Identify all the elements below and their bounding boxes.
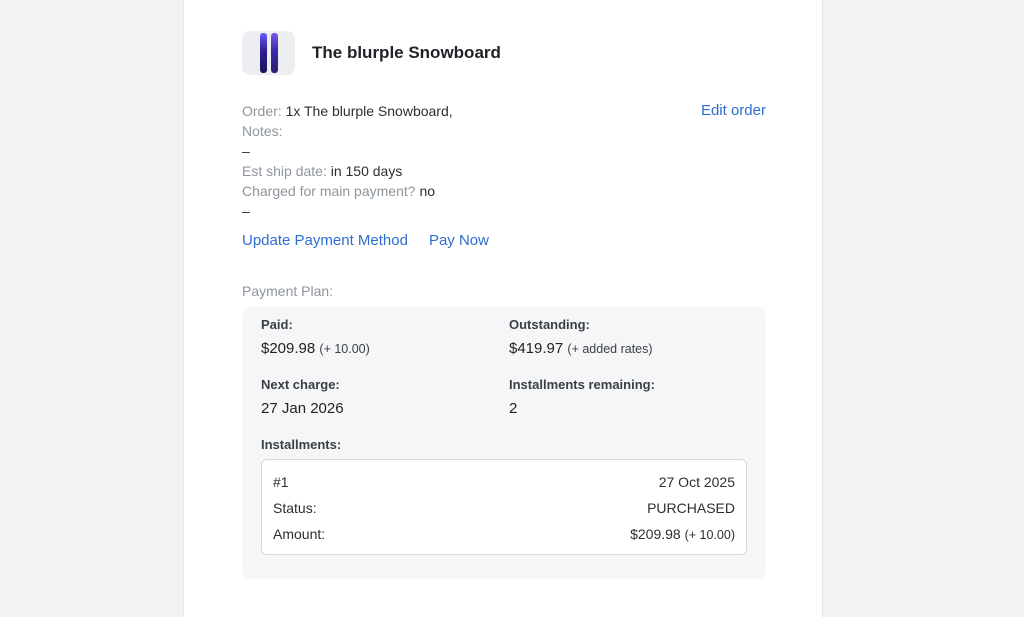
paid-value: $209.98 xyxy=(261,340,316,357)
outstanding-amount: $419.97 (+ added rates) xyxy=(509,340,747,357)
installments-heading: Installments: xyxy=(261,437,342,452)
installments-remaining-value: 2 xyxy=(509,400,518,417)
next-charge-value: 27 Jan 2026 xyxy=(261,400,344,417)
charged-value: no xyxy=(419,183,436,199)
order-label: Order: xyxy=(242,103,282,119)
installment-amount-label: Amount: xyxy=(273,526,326,542)
notes-value: – xyxy=(242,143,250,159)
installment-status-row: Status: PURCHASED xyxy=(273,498,735,518)
installment-amount-value: $209.98 xyxy=(630,526,681,542)
ship-date-label: Est ship date: xyxy=(242,163,327,179)
payment-actions: Update Payment Method Pay Now xyxy=(242,232,766,249)
payment-plan-heading: Payment Plan: xyxy=(242,283,334,299)
installment-status-label: Status: xyxy=(273,500,317,516)
ship-date-line: Est ship date: in 150 days xyxy=(242,161,766,181)
pay-now-link[interactable]: Pay Now xyxy=(429,232,489,249)
snowboard-icon xyxy=(242,31,295,75)
update-payment-method-link[interactable]: Update Payment Method xyxy=(242,232,408,249)
installment-amount: $209.98 (+ 10.00) xyxy=(630,524,735,545)
product-header: The blurple Snowboard xyxy=(242,31,766,75)
order-details: Order: 1x The blurple Snowboard, Notes: … xyxy=(242,101,766,221)
charged-label: Charged for main payment? xyxy=(242,183,416,199)
extra-line: – xyxy=(242,201,766,221)
paid-amount: $209.98 (+ 10.00) xyxy=(261,340,509,357)
snowboard-image-left xyxy=(259,33,267,73)
snowboard-image-right xyxy=(270,33,278,73)
order-value: 1x The blurple Snowboard, xyxy=(285,103,453,119)
charged-line: Charged for main payment? no xyxy=(242,181,766,201)
outstanding-extra: (+ added rates) xyxy=(567,342,653,356)
installment-amount-extra: (+ 10.00) xyxy=(684,528,735,542)
installment-amount-row: Amount: $209.98 (+ 10.00) xyxy=(273,524,735,545)
next-charge-block: Next charge: 27 Jan 2026 xyxy=(261,377,509,417)
paid-block: Paid: $209.98 (+ 10.00) xyxy=(261,317,509,357)
remaining-block: Installments remaining: 2 xyxy=(509,377,747,417)
product-title: The blurple Snowboard xyxy=(312,43,501,62)
installment-status-value: PURCHASED xyxy=(647,500,735,516)
order-card-content: The blurple Snowboard Order: 1x The blur… xyxy=(242,31,766,579)
paid-extra: (+ 10.00) xyxy=(319,342,370,356)
edit-order-link[interactable]: Edit order xyxy=(701,101,766,121)
payment-plan-box: Paid: $209.98 (+ 10.00) Outstanding: $41… xyxy=(242,307,766,579)
order-card: The blurple Snowboard Order: 1x The blur… xyxy=(183,0,823,617)
installment-card: #1 27 Oct 2025 Status: PURCHASED Amount:… xyxy=(261,459,747,555)
notes-value-line: – xyxy=(242,141,766,161)
notes-label: Notes: xyxy=(242,123,283,139)
installments-remaining-label: Installments remaining: xyxy=(509,377,655,392)
outstanding-block: Outstanding: $419.97 (+ added rates) xyxy=(509,317,747,357)
extra-value: – xyxy=(242,203,250,219)
installment-number: #1 xyxy=(273,474,289,490)
outstanding-label: Outstanding: xyxy=(509,317,590,332)
notes-line: Notes: xyxy=(242,121,766,141)
paid-label: Paid: xyxy=(261,317,293,332)
ship-date-value: in 150 days xyxy=(330,163,403,179)
outstanding-value: $419.97 xyxy=(509,340,564,357)
installment-header-row: #1 27 Oct 2025 xyxy=(273,472,735,492)
installment-date: 27 Oct 2025 xyxy=(658,474,735,490)
payment-plan-summary: Paid: $209.98 (+ 10.00) Outstanding: $41… xyxy=(261,317,747,417)
next-charge-label: Next charge: xyxy=(261,377,340,392)
order-line: Order: 1x The blurple Snowboard, xyxy=(242,101,766,121)
